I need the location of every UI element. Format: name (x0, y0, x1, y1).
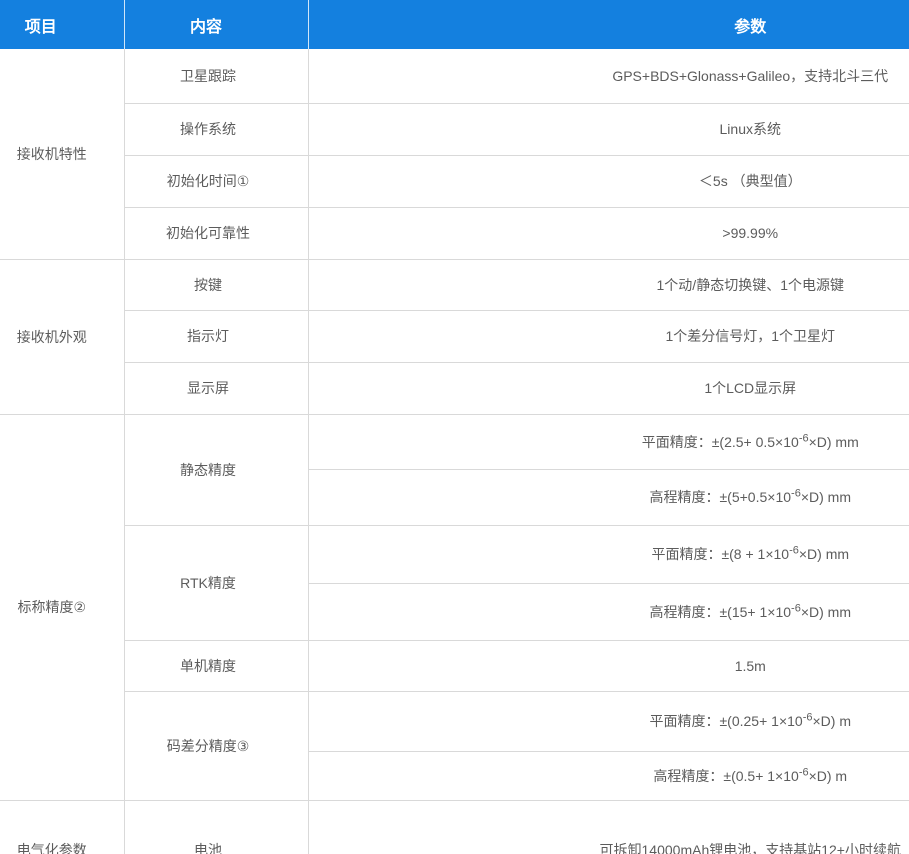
header-item-column: 项目 (0, 0, 124, 49)
param-cell: 高程精度：±(5+0.5×10-6×D) mm (308, 469, 909, 525)
param-cell: 1.5m (308, 640, 909, 691)
content-cell: 指示灯 (124, 310, 308, 362)
table-row: 接收机外观 按键 1个动/静态切换键、1个电源键 (0, 259, 909, 310)
table-row: RTK精度 平面精度：±(8 + 1×10-6×D) mm (0, 525, 909, 583)
section-label-electrical-params: 电气化参数 (0, 800, 124, 854)
param-formula-pre: 平面精度：±(0.25+ 1×10 (650, 713, 803, 729)
superscript-exponent: -6 (799, 432, 809, 444)
param-formula-pre: 平面精度：±(8 + 1×10 (651, 546, 789, 562)
content-cell: 操作系统 (124, 103, 308, 155)
table-row: 接收机特性 卫星跟踪 GPS+BDS+Glonass+Galileo，支持北斗三… (0, 49, 909, 103)
param-formula-post: ×D) mm (809, 434, 859, 450)
table-row: 码差分精度③ 平面精度：±(0.25+ 1×10-6×D) m (0, 691, 909, 751)
param-cell: 平面精度：±(8 + 1×10-6×D) mm (308, 525, 909, 583)
param-cell: GPS+BDS+Glonass+Galileo，支持北斗三代 (308, 49, 909, 103)
header-content-column: 内容 (124, 0, 308, 49)
header-param-column: 参数 (308, 0, 909, 49)
section-label-receiver-appearance: 接收机外观 (0, 259, 124, 414)
table-row: 显示屏 1个LCD显示屏 (0, 362, 909, 414)
content-cell: 电池 (124, 800, 308, 854)
param-formula-post: ×D) mm (799, 546, 849, 562)
content-cell: 卫星跟踪 (124, 49, 308, 103)
content-cell: 初始化可靠性 (124, 207, 308, 259)
param-formula-post: ×D) mm (801, 604, 851, 620)
content-cell: RTK精度 (124, 525, 308, 640)
section-label-nominal-accuracy: 标称精度② (0, 414, 124, 800)
table-row: 初始化时间① ＜5s （典型值） (0, 155, 909, 207)
param-cell: 平面精度：±(0.25+ 1×10-6×D) m (308, 691, 909, 751)
param-formula-pre: 高程精度：±(0.5+ 1×10 (653, 768, 798, 784)
superscript-exponent: -6 (791, 487, 801, 499)
content-cell: 码差分精度③ (124, 691, 308, 800)
table-row: 指示灯 1个差分信号灯，1个卫星灯 (0, 310, 909, 362)
param-formula-post: ×D) mm (801, 489, 851, 505)
superscript-exponent: -6 (799, 766, 809, 778)
table-row: 操作系统 Linux系统 (0, 103, 909, 155)
table-row: 单机精度 1.5m (0, 640, 909, 691)
param-cell: 1个LCD显示屏 (308, 362, 909, 414)
param-cell: ＜5s （典型值） (308, 155, 909, 207)
superscript-exponent: -6 (789, 544, 799, 556)
param-formula-pre: 高程精度：±(5+0.5×10 (650, 489, 792, 505)
param-cell: 可拆卸14000mAh锂电池，支持基站12+小时续航 (308, 800, 909, 854)
param-cell: 高程精度：±(0.5+ 1×10-6×D) m (308, 751, 909, 800)
table-row: 初始化可靠性 >99.99% (0, 207, 909, 259)
content-cell: 静态精度 (124, 414, 308, 525)
content-cell: 单机精度 (124, 640, 308, 691)
param-formula-post: ×D) m (812, 713, 851, 729)
section-label-receiver-features: 接收机特性 (0, 49, 124, 259)
param-cell: 1个动/静态切换键、1个电源键 (308, 259, 909, 310)
table-row: 标称精度② 静态精度 平面精度：±(2.5+ 0.5×10-6×D) mm (0, 414, 909, 469)
param-cell: >99.99% (308, 207, 909, 259)
param-formula-pre: 平面精度：±(2.5+ 0.5×10 (642, 434, 799, 450)
spec-table: 项目 内容 参数 接收机特性 卫星跟踪 GPS+BDS+Glonass+Gali… (0, 0, 909, 854)
header-row: 项目 内容 参数 (0, 0, 909, 49)
content-cell: 显示屏 (124, 362, 308, 414)
content-cell: 初始化时间① (124, 155, 308, 207)
param-cell: 平面精度：±(2.5+ 0.5×10-6×D) mm (308, 414, 909, 469)
superscript-exponent: -6 (791, 602, 801, 614)
param-formula-post: ×D) m (809, 768, 848, 784)
param-cell: 高程精度：±(15+ 1×10-6×D) mm (308, 583, 909, 640)
param-cell: 1个差分信号灯，1个卫星灯 (308, 310, 909, 362)
spec-table-viewport: 项目 内容 参数 接收机特性 卫星跟踪 GPS+BDS+Glonass+Gali… (0, 0, 909, 854)
content-cell: 按键 (124, 259, 308, 310)
param-cell: Linux系统 (308, 103, 909, 155)
table-row: 电气化参数 电池 可拆卸14000mAh锂电池，支持基站12+小时续航 (0, 800, 909, 854)
param-formula-pre: 高程精度：±(15+ 1×10 (650, 604, 792, 620)
